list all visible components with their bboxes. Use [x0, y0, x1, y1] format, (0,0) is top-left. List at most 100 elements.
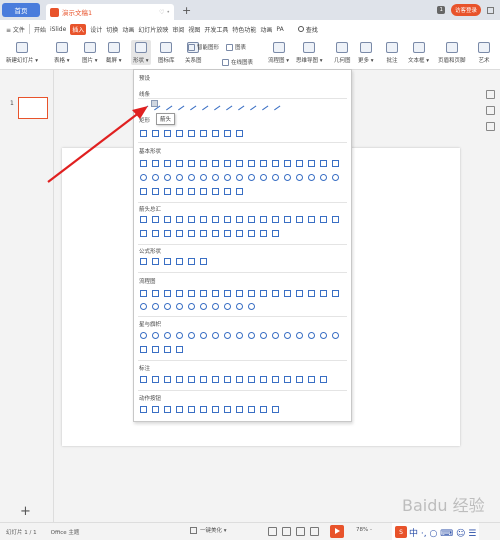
beautify-button[interactable]: 一键美化 ▾ [190, 526, 227, 534]
shape-button[interactable]: 形状 ▾ [131, 40, 151, 65]
search-box[interactable]: 查找 [297, 25, 318, 34]
shape-option[interactable] [152, 376, 159, 383]
shape-option[interactable] [248, 406, 255, 413]
shape-option[interactable] [176, 290, 183, 297]
tab-controls[interactable]: ♡ • [159, 9, 170, 16]
shape-option[interactable] [272, 230, 279, 237]
shape-option[interactable] [320, 216, 327, 223]
shape-option[interactable] [320, 290, 327, 297]
shape-option[interactable] [260, 376, 267, 383]
shape-option[interactable] [200, 216, 207, 223]
shape-option[interactable] [272, 216, 279, 223]
shape-option[interactable] [212, 406, 219, 413]
shape-option[interactable] [212, 230, 219, 237]
shape-option[interactable] [152, 130, 159, 137]
shape-option[interactable] [236, 290, 243, 297]
picture-button[interactable]: 图片 ▾ [82, 42, 98, 64]
shape-option[interactable] [224, 188, 231, 195]
shape-option[interactable] [236, 130, 243, 137]
shape-option[interactable] [284, 174, 291, 181]
shape-option[interactable] [188, 188, 195, 195]
shape-option[interactable] [248, 230, 255, 237]
shape-option[interactable] [164, 303, 171, 310]
shape-option[interactable] [152, 290, 159, 297]
shape-option[interactable] [188, 376, 195, 383]
notes-icon[interactable] [268, 527, 277, 536]
shape-option[interactable] [296, 160, 303, 167]
smart-graphic-button[interactable]: 智能图形 [188, 43, 219, 51]
shape-option[interactable] [308, 332, 315, 339]
shape-option[interactable] [270, 100, 281, 111]
window-count-badge[interactable]: 1 [437, 6, 445, 14]
shape-option[interactable] [284, 376, 291, 383]
shape-option[interactable] [284, 216, 291, 223]
shape-option[interactable] [212, 130, 219, 137]
shape-option[interactable] [164, 160, 171, 167]
shape-option[interactable] [138, 100, 149, 111]
shape-option[interactable] [140, 230, 147, 237]
document-tab[interactable]: 演示文稿1 ♡ • [46, 4, 174, 20]
shape-option[interactable] [140, 332, 147, 339]
shape-option[interactable] [140, 406, 147, 413]
shape-option[interactable] [152, 188, 159, 195]
shape-option[interactable] [188, 174, 195, 181]
shape-option[interactable] [332, 332, 339, 339]
shape-option[interactable] [212, 216, 219, 223]
shape-option[interactable] [200, 188, 207, 195]
shape-format-icon[interactable] [486, 106, 495, 115]
shape-option[interactable] [140, 188, 147, 195]
shape-option[interactable] [176, 376, 183, 383]
shape-option[interactable] [152, 258, 159, 265]
menu-features[interactable]: 特色功能 [232, 25, 256, 34]
shape-option[interactable] [210, 100, 221, 111]
screenshot-button[interactable]: 截屏 ▾ [106, 42, 122, 64]
shape-option[interactable] [188, 160, 195, 167]
shape-option[interactable] [164, 258, 171, 265]
shape-option[interactable] [198, 100, 209, 111]
shape-option[interactable] [260, 230, 267, 237]
shape-option[interactable] [320, 174, 327, 181]
shape-option[interactable] [272, 160, 279, 167]
shape-option[interactable] [200, 303, 207, 310]
shape-option[interactable] [224, 332, 231, 339]
shape-option[interactable] [224, 160, 231, 167]
shape-option[interactable] [212, 174, 219, 181]
play-slideshow-button[interactable] [330, 525, 344, 538]
shape-option[interactable] [284, 332, 291, 339]
shape-option[interactable] [200, 258, 207, 265]
shape-option[interactable] [140, 160, 147, 167]
menu-view[interactable]: 视图 [188, 25, 200, 34]
arrow-line-shape-hovered[interactable] [151, 100, 158, 107]
flowchart-button[interactable]: 流程图 ▾ [268, 42, 289, 64]
shape-option[interactable] [284, 290, 291, 297]
shape-option[interactable] [234, 100, 245, 111]
login-button[interactable]: 访客登录 [450, 4, 481, 16]
slide-thumbnail[interactable] [18, 97, 48, 119]
art-text-button[interactable]: 艺术 [478, 42, 490, 64]
shape-option[interactable] [176, 160, 183, 167]
shape-option[interactable] [248, 160, 255, 167]
shape-option[interactable] [296, 174, 303, 181]
shape-option[interactable] [224, 130, 231, 137]
shape-option[interactable] [176, 346, 183, 353]
shape-option[interactable] [236, 188, 243, 195]
shape-option[interactable] [200, 376, 207, 383]
shape-option[interactable] [164, 174, 171, 181]
shape-option[interactable] [236, 216, 243, 223]
minimize-icon[interactable] [487, 6, 494, 14]
zoom-level[interactable]: 78% - [356, 527, 372, 533]
shape-option[interactable] [308, 290, 315, 297]
shape-option[interactable] [260, 406, 267, 413]
slide-sorter-icon[interactable] [296, 527, 305, 536]
shape-option[interactable] [174, 100, 185, 111]
shape-option[interactable] [236, 303, 243, 310]
shape-option[interactable] [332, 174, 339, 181]
geometry-button[interactable]: 几何图 [334, 42, 351, 64]
shape-option[interactable] [272, 290, 279, 297]
header-footer-button[interactable]: 页眉和页脚 [438, 42, 466, 64]
shape-option[interactable] [164, 332, 171, 339]
shape-option[interactable] [140, 130, 147, 137]
shape-option[interactable] [258, 100, 269, 111]
shape-option[interactable] [176, 174, 183, 181]
shape-option[interactable] [260, 290, 267, 297]
